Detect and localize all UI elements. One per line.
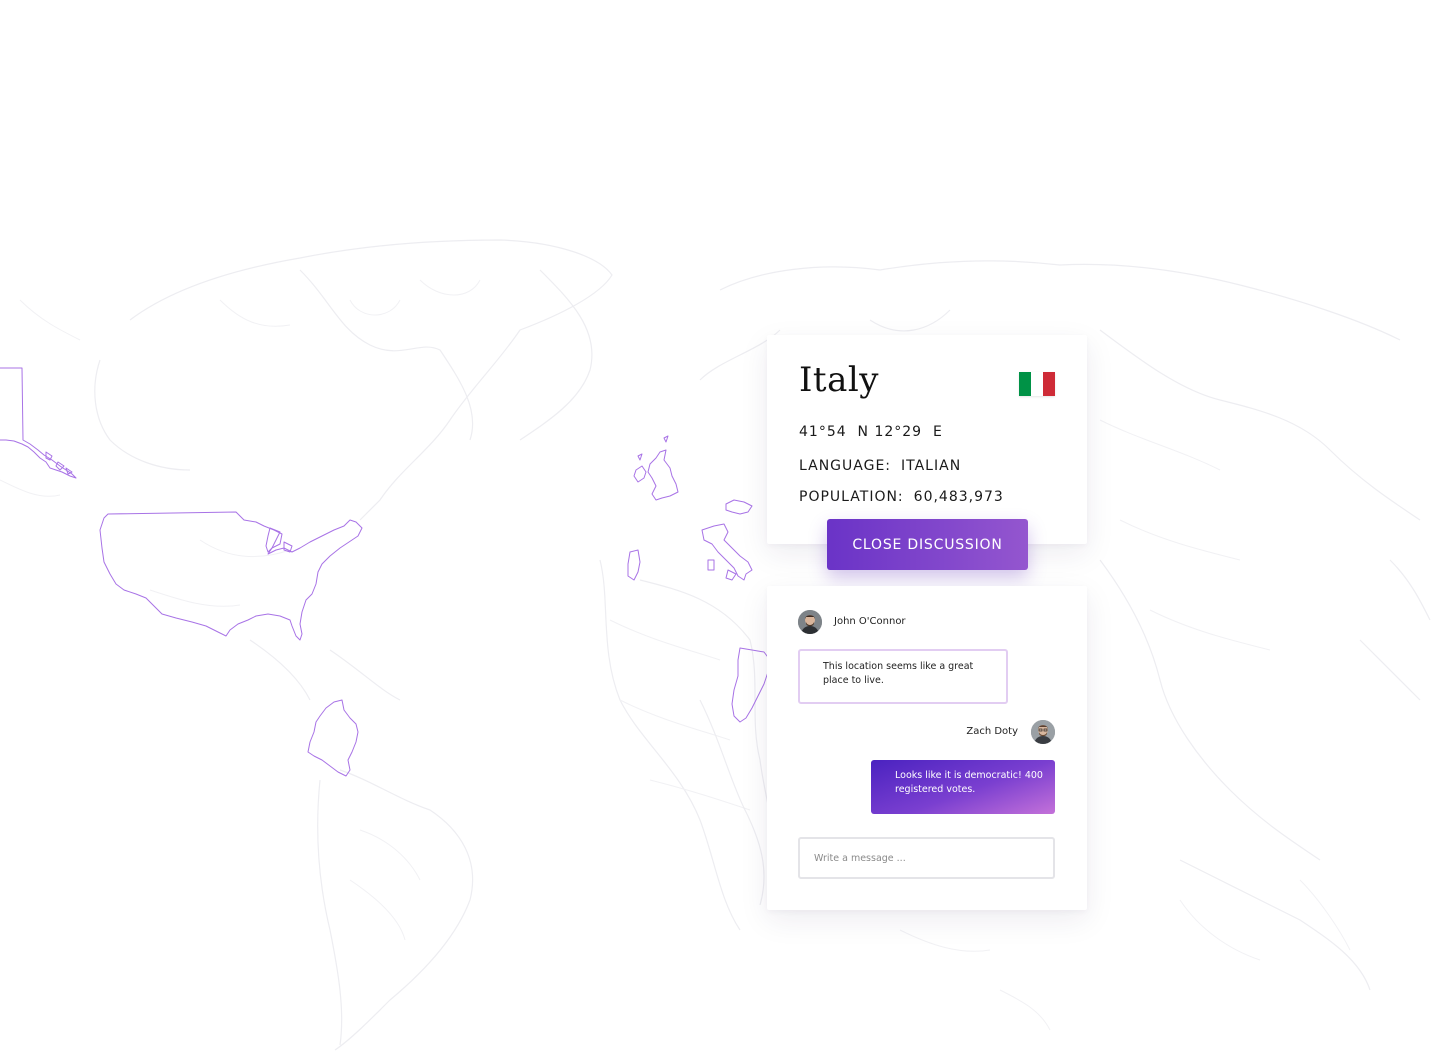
language-label: LANGUAGE: (799, 458, 892, 474)
world-map (0, 239, 1431, 1051)
population-value: 60,483,973 (913, 489, 1004, 505)
avatar-john-oconnor[interactable] (798, 610, 822, 634)
message-author: Zach Doty (966, 726, 1018, 737)
italy-flag-icon (1019, 372, 1055, 396)
country-info-card: Italy 41°54 N 12°29 E LANGUAGE: ITALIAN P… (767, 335, 1087, 544)
language-value: ITALIAN (901, 458, 962, 474)
avatar-zach-doty[interactable] (1031, 720, 1055, 744)
population-row: POPULATION: 60,483,973 (799, 489, 1004, 505)
country-coordinates: 41°54 N 12°29 E (799, 424, 943, 440)
discussion-panel: John O'Connor This location seems like a… (767, 586, 1087, 910)
flag-stripe-white (1031, 372, 1043, 396)
message-author: John O'Connor (834, 616, 906, 627)
country-name: Italy (799, 360, 879, 400)
outgoing-message-bubble: Looks like it is democratic! 400 registe… (871, 760, 1055, 814)
user-avatar-icon (798, 610, 822, 634)
flag-stripe-green (1019, 372, 1031, 396)
population-label: POPULATION: (799, 489, 904, 505)
language-row: LANGUAGE: ITALIAN (799, 458, 961, 474)
app-stage: Italy 41°54 N 12°29 E LANGUAGE: ITALIAN P… (0, 0, 1440, 1056)
incoming-message-bubble: This location seems like a great place t… (798, 649, 1008, 704)
user-avatar-icon (1031, 720, 1055, 744)
close-discussion-button[interactable]: CLOSE DISCUSSION (827, 519, 1028, 570)
world-map-background-outlines (0, 239, 1431, 1051)
flag-stripe-red (1043, 372, 1055, 396)
message-input[interactable] (798, 837, 1055, 879)
